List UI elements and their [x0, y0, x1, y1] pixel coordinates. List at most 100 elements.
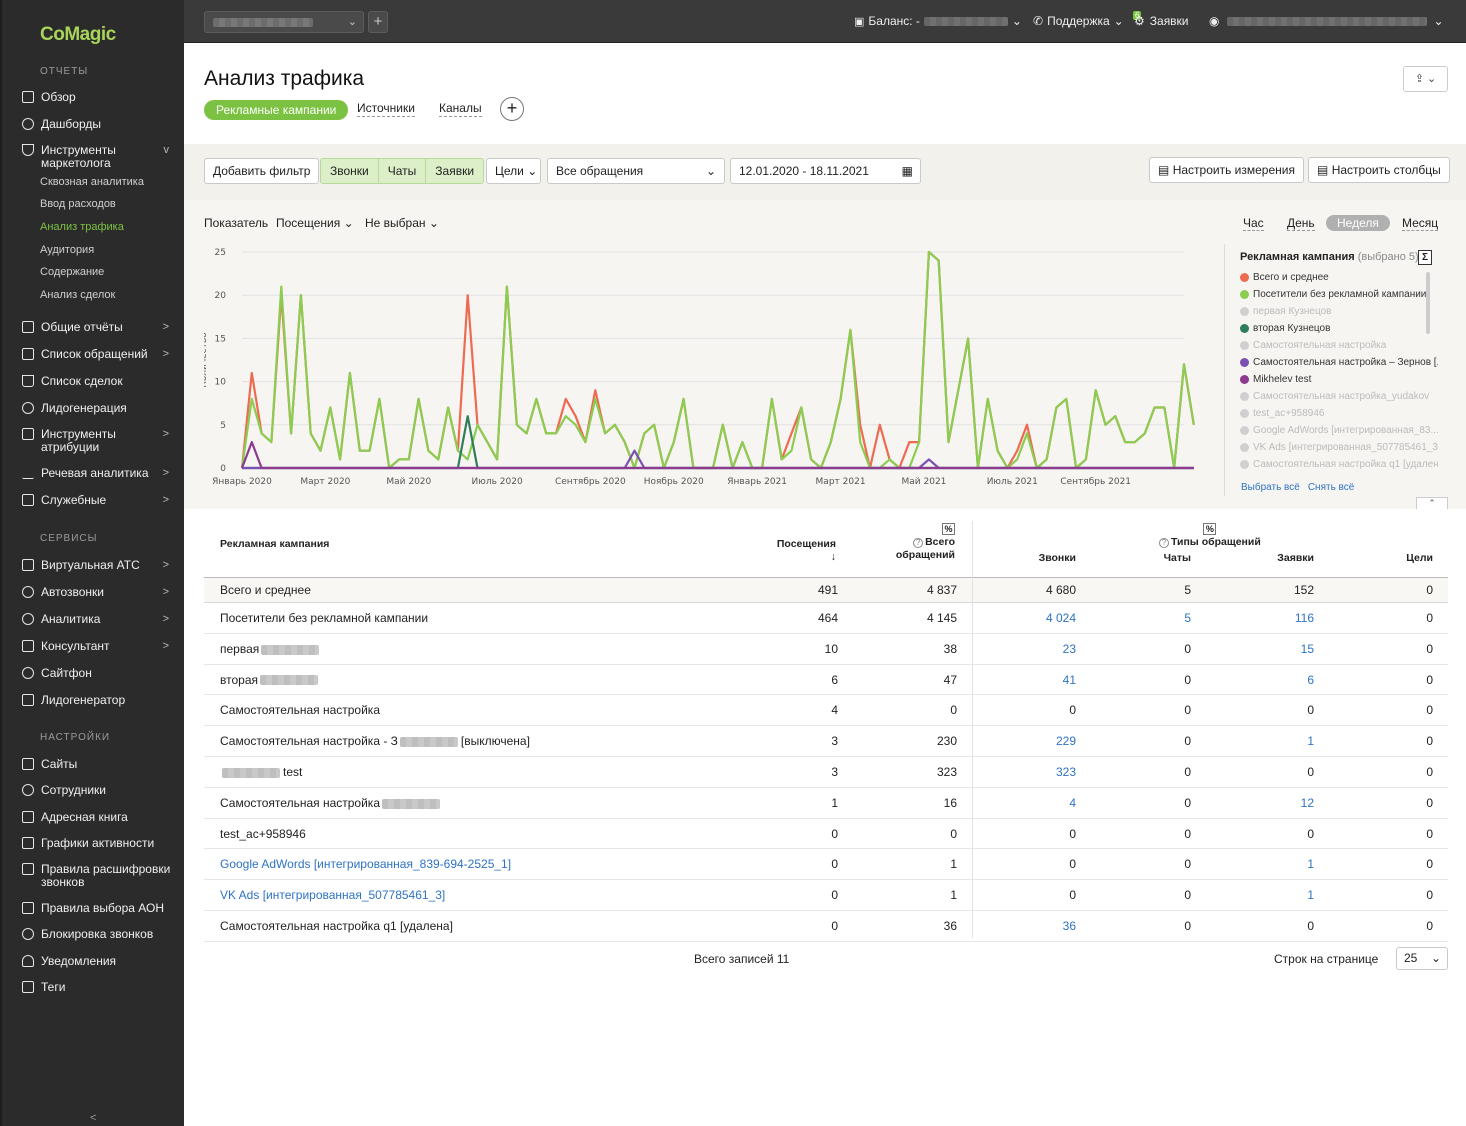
- sidebar-item-service[interactable]: Служебные >: [22, 494, 174, 507]
- sidebar-item-attribution[interactable]: Инструменты атрибуции >: [22, 428, 174, 454]
- campaign-name[interactable]: VK Ads [интегрированная_507785461_3]: [220, 880, 445, 910]
- cell-requests[interactable]: 116: [1295, 603, 1314, 633]
- collapse-sidebar-icon[interactable]: <: [90, 1112, 96, 1124]
- cell-chats[interactable]: 5: [1184, 603, 1191, 633]
- add-filter-button[interactable]: Добавить фильтр: [204, 158, 320, 184]
- toggle-requests[interactable]: Заявки: [426, 159, 484, 183]
- metric2-select[interactable]: Не выбран ⌄: [365, 216, 439, 230]
- sidebar-item-marketing-tools[interactable]: Инструменты маркетолога v: [22, 144, 174, 170]
- sidebar-item-requests-list[interactable]: Список обращений >: [22, 348, 174, 361]
- col-goals[interactable]: Цели: [1406, 552, 1433, 565]
- site-select[interactable]: ⌄: [204, 11, 364, 33]
- sidebar-item-analytics[interactable]: Аналитика >: [22, 613, 174, 626]
- cell-requests[interactable]: 6: [1307, 665, 1314, 695]
- percent-toggle[interactable]: %: [1203, 523, 1217, 535]
- col-visits[interactable]: Посещения ↓: [777, 538, 836, 564]
- sidebar-item-call-blocking[interactable]: Блокировка звонков: [22, 928, 174, 941]
- sidebar-item-transcription-rules[interactable]: Правила расшифровки звонков: [22, 863, 174, 889]
- col-calls[interactable]: Звонки: [1039, 552, 1076, 565]
- sidebar-item-consultant[interactable]: Консультант >: [22, 640, 174, 653]
- cell-calls[interactable]: 323: [1056, 757, 1076, 787]
- balance-menu[interactable]: ▣ Баланс: - ⌄: [854, 14, 1022, 28]
- tab-sources[interactable]: Источники: [357, 101, 415, 117]
- select-all-link[interactable]: Выбрать всё: [1241, 482, 1300, 493]
- help-icon[interactable]: ?: [913, 538, 924, 548]
- calendar-icon[interactable]: ▦: [902, 159, 913, 183]
- period-week[interactable]: Неделя: [1326, 215, 1390, 231]
- clear-all-link[interactable]: Снять всё: [1308, 482, 1355, 493]
- sidebar-subitem-audience[interactable]: Аудитория: [40, 244, 94, 256]
- toggle-calls[interactable]: Звонки: [321, 159, 379, 183]
- legend-item[interactable]: Всего и среднее: [1240, 269, 1438, 286]
- date-range-input[interactable]: 12.01.2020 - 18.11.2021 ▦: [730, 158, 921, 184]
- legend-item[interactable]: Google AdWords [интегрированная_83...: [1240, 422, 1438, 439]
- add-site-button[interactable]: +: [368, 11, 388, 33]
- period-hour[interactable]: Час: [1243, 216, 1264, 231]
- period-month[interactable]: Месяц: [1402, 216, 1439, 231]
- legend-item[interactable]: вторая Кузнецов: [1240, 320, 1438, 337]
- comagic-logo[interactable]: CoMagic: [40, 24, 116, 46]
- cell-calls[interactable]: 41: [1063, 665, 1076, 695]
- configure-columns-button[interactable]: ▤ Настроить столбцы: [1308, 157, 1450, 183]
- sidebar-item-speech-analytics[interactable]: Речевая аналитика >: [22, 467, 174, 480]
- sidebar-item-overview[interactable]: Обзор: [22, 91, 174, 104]
- sidebar-item-autocalls[interactable]: Автозвонки >: [22, 586, 174, 599]
- help-icon[interactable]: ?: [1159, 538, 1169, 548]
- cell-calls[interactable]: 4: [1069, 788, 1076, 818]
- toggle-chats[interactable]: Чаты: [378, 159, 427, 183]
- cell-requests[interactable]: 1: [1307, 880, 1314, 910]
- cell-calls[interactable]: 4 024: [1046, 603, 1076, 633]
- sidebar-subitem-through-analytics[interactable]: Сквозная аналитика: [40, 176, 144, 188]
- collapse-chart-button[interactable]: ⌃: [1416, 497, 1448, 509]
- add-tab-button[interactable]: +: [500, 97, 524, 121]
- cell-calls[interactable]: 23: [1063, 634, 1076, 664]
- cell-requests[interactable]: 1: [1307, 726, 1314, 756]
- percent-toggle[interactable]: %: [942, 523, 955, 535]
- period-day[interactable]: День: [1287, 216, 1315, 231]
- sidebar-subitem-content[interactable]: Содержание: [40, 266, 104, 278]
- sidebar-item-aon-rules[interactable]: Правила выбора АОН: [22, 902, 174, 915]
- legend-item[interactable]: Самостоятельная настройка_yudakov: [1240, 388, 1438, 405]
- col-chats[interactable]: Чаты: [1164, 552, 1191, 565]
- col-campaign[interactable]: Рекламная кампания: [220, 538, 329, 551]
- sidebar-item-leadgen[interactable]: Лидогенерация: [22, 402, 174, 415]
- legend-item[interactable]: VK Ads [интегрированная_507785461_3]: [1240, 439, 1438, 456]
- cell-requests[interactable]: 12: [1301, 788, 1314, 818]
- sidebar-item-virtual-pbx[interactable]: Виртуальная АТС >: [22, 559, 174, 572]
- cell-requests[interactable]: 1: [1307, 849, 1314, 879]
- metric-select[interactable]: Посещения ⌄: [276, 216, 354, 230]
- tab-ad-campaigns[interactable]: Рекламные кампании: [204, 100, 349, 120]
- sidebar-item-notifications[interactable]: Уведомления: [22, 955, 174, 968]
- col-total-requests[interactable]: %? Всего обращений: [896, 523, 955, 562]
- rows-per-page-select[interactable]: 25 ⌄: [1396, 947, 1448, 970]
- legend-scrollbar[interactable]: [1426, 272, 1430, 334]
- sidebar-item-activity-schedules[interactable]: Графики активности: [22, 837, 174, 850]
- sidebar-item-tags[interactable]: Теги: [22, 981, 174, 994]
- sidebar-item-sites[interactable]: Сайты: [22, 758, 174, 771]
- legend-item[interactable]: Самостоятельная настройка: [1240, 337, 1438, 354]
- sidebar-subitem-deals-analysis[interactable]: Анализ сделок: [40, 289, 115, 301]
- campaign-name[interactable]: Google AdWords [интегрированная_839-694-…: [220, 849, 511, 879]
- sidebar-item-general-reports[interactable]: Общие отчёты >: [22, 321, 174, 334]
- cell-calls[interactable]: 229: [1056, 726, 1076, 756]
- legend-item[interactable]: Самостоятельная настройка q1 [удалена]: [1240, 456, 1438, 473]
- sum-toggle-button[interactable]: Σ: [1418, 250, 1432, 265]
- requests-menu[interactable]: ⚙ Заявки: [1134, 14, 1189, 28]
- tab-channels[interactable]: Каналы: [439, 101, 482, 117]
- sidebar-item-deals-list[interactable]: Список сделок: [22, 375, 174, 388]
- legend-item[interactable]: Mikhelev test: [1240, 371, 1438, 388]
- sidebar-item-sitephone[interactable]: Сайтфон: [22, 667, 174, 680]
- export-button[interactable]: ⇪ ⌄: [1403, 66, 1448, 92]
- requests-scope-select[interactable]: Все обращения ⌄: [547, 158, 725, 184]
- legend-item[interactable]: Посетители без рекламной кампании: [1240, 286, 1438, 303]
- goals-select[interactable]: Цели ⌄: [486, 158, 541, 184]
- sidebar-item-employees[interactable]: Сотрудники: [22, 784, 174, 797]
- col-requests[interactable]: Заявки: [1277, 552, 1314, 565]
- sidebar-item-dashboards[interactable]: Дашборды: [22, 118, 174, 131]
- cell-requests[interactable]: 15: [1301, 634, 1314, 664]
- configure-dimensions-button[interactable]: ▤ Настроить измерения: [1149, 157, 1304, 183]
- sidebar-item-leadgenerator[interactable]: Лидогенератор: [22, 694, 174, 707]
- legend-item[interactable]: test_ac+958946: [1240, 405, 1438, 422]
- user-menu[interactable]: ◉ ⌄: [1209, 14, 1444, 28]
- sidebar-subitem-traffic-analysis[interactable]: Анализ трафика: [40, 221, 124, 233]
